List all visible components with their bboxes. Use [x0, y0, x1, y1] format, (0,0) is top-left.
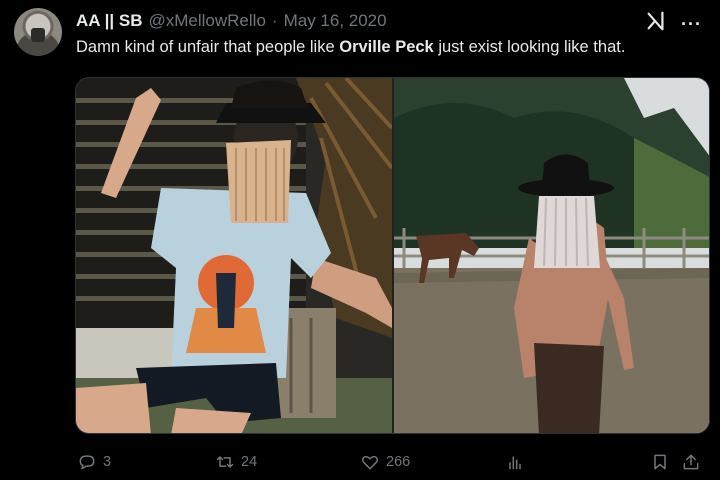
share-button[interactable]: [681, 448, 701, 476]
bookmark-icon: [654, 454, 666, 470]
reply-count: 3: [103, 454, 112, 470]
photo-left[interactable]: [76, 78, 392, 433]
analytics-icon: [509, 456, 521, 470]
retweet-button[interactable]: 24: [215, 448, 257, 476]
retweet-icon: [216, 456, 234, 468]
heart-icon: [361, 455, 379, 470]
display-name[interactable]: AA || SB: [76, 11, 143, 31]
media-grid[interactable]: [75, 77, 710, 434]
bookmark-button[interactable]: [650, 448, 670, 476]
reply-icon: [79, 455, 95, 470]
separator-dot: ·: [271, 11, 278, 30]
tweet-date[interactable]: May 16, 2020: [284, 11, 387, 31]
like-button[interactable]: 266: [360, 448, 410, 476]
tweet-text-before: Damn kind of unfair that people like: [76, 38, 340, 56]
tweet-top-actions: ···: [645, 10, 702, 37]
tweet[interactable]: AA || SB @xMellowRello · May 16, 2020 ··…: [0, 0, 720, 480]
avatar[interactable]: [14, 8, 62, 56]
tweet-text-bold: Orville Peck: [339, 38, 434, 56]
action-bar: 3 24 266: [75, 448, 710, 476]
grok-icon[interactable]: [645, 10, 667, 37]
avatar-mask: [31, 28, 45, 42]
share-icon: [683, 454, 699, 470]
user-handle[interactable]: @xMellowRello: [149, 11, 266, 31]
tweet-header: AA || SB @xMellowRello · May 16, 2020: [76, 10, 387, 32]
views-button[interactable]: [505, 448, 525, 476]
tweet-text: Damn kind of unfair that people like Orv…: [76, 38, 625, 57]
reply-button[interactable]: 3: [77, 448, 111, 476]
tweet-text-after: just exist looking like that.: [433, 38, 626, 56]
photo-right[interactable]: [394, 78, 709, 433]
retweet-count: 24: [241, 454, 258, 470]
more-icon[interactable]: ···: [681, 13, 702, 35]
like-count: 266: [386, 454, 411, 470]
